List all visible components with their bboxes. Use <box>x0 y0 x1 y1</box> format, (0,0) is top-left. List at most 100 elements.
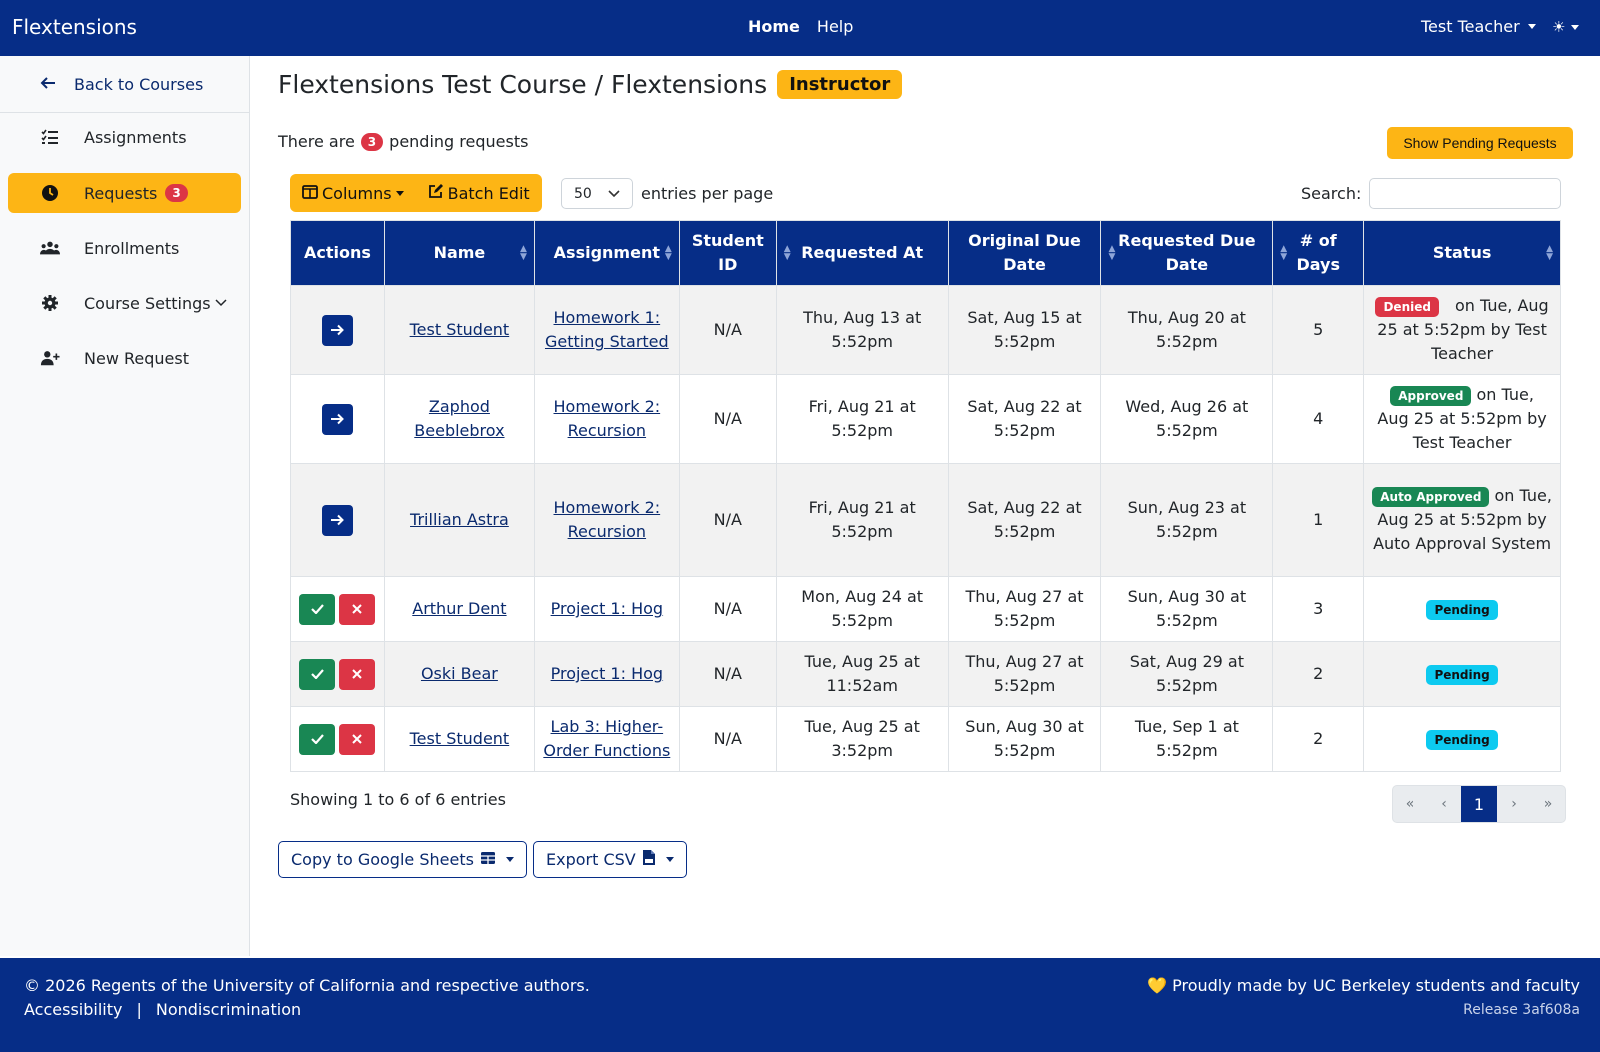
requested-due-cell: Sat, Aug 29 at 5:52pm <box>1100 641 1274 707</box>
assignment-link[interactable]: Homework 2: Recursion <box>554 498 661 541</box>
page-1-button[interactable]: 1 <box>1461 786 1497 822</box>
sidebar-item-new-request[interactable]: New Request <box>8 338 241 378</box>
assignment-link[interactable]: Homework 2: Recursion <box>554 397 661 440</box>
user-menu[interactable]: Test Teacher <box>1421 17 1536 36</box>
name-cell: Arthur Dent <box>383 576 535 642</box>
table-row: Oski Bear Project 1: Hog N/A Tue, Aug 25… <box>290 641 1561 707</box>
sort-icon: ▲ ▼ <box>664 244 672 262</box>
per-page-label: entries per page <box>641 184 774 203</box>
original-due-cell: Sat, Aug 15 at 5:52pm <box>947 285 1102 375</box>
last-page-button[interactable]: » <box>1531 786 1565 822</box>
sidebar-item-label: New Request <box>84 348 189 368</box>
requested-at-cell: Fri, Aug 21 at 5:52pm <box>775 374 949 464</box>
arrow-left-icon <box>40 75 56 94</box>
brand-logo[interactable]: Flextensions <box>12 15 137 39</box>
assignment-cell: Project 1: Hog <box>533 576 680 642</box>
uc-berkeley-link[interactable]: UC Berkeley students and faculty <box>1313 976 1580 995</box>
list-check-icon <box>40 129 60 145</box>
column-header-assignment[interactable]: Assignment ▲ ▼ <box>533 220 680 286</box>
student-id-cell: N/A <box>678 576 777 642</box>
pending-summary: There are 3 pending requests <box>278 132 528 151</box>
pagination: « ‹ 1 › » <box>1392 785 1566 823</box>
student-id-cell: N/A <box>678 463 777 577</box>
nav-home-link[interactable]: Home <box>748 17 800 36</box>
columns-label: Columns <box>322 183 392 203</box>
requested-at-cell: Fri, Aug 21 at 5:52pm <box>775 463 949 577</box>
batch-edit-button[interactable]: Batch Edit <box>428 183 530 203</box>
accessibility-link[interactable]: Accessibility <box>24 1000 122 1019</box>
view-request-button[interactable] <box>321 403 353 435</box>
approve-button[interactable] <box>299 658 336 690</box>
approve-button[interactable] <box>299 723 336 755</box>
deny-button[interactable] <box>339 723 376 755</box>
days-cell: 4 <box>1272 374 1365 464</box>
assignment-link[interactable]: Project 1: Hog <box>551 599 663 618</box>
column-header-status[interactable]: Status ▲ ▼ <box>1363 220 1561 286</box>
student-link[interactable]: Zaphod Beeblebrox <box>414 397 504 440</box>
prev-page-button[interactable]: ‹ <box>1427 786 1461 822</box>
deny-button[interactable] <box>339 658 376 690</box>
theme-toggle[interactable]: ☀ <box>1552 18 1580 36</box>
status-badge: Pending <box>1426 730 1498 750</box>
actions-cell <box>290 641 385 707</box>
assignment-cell: Homework 2: Recursion <box>533 374 680 464</box>
student-link[interactable]: Test Student <box>410 729 510 748</box>
approve-button[interactable] <box>299 593 336 625</box>
back-to-courses-link[interactable]: Back to Courses <box>0 56 249 113</box>
column-header-original-due[interactable]: Original Due Date <box>947 220 1102 286</box>
search-input[interactable] <box>1369 178 1561 209</box>
sidebar-item-course-settings[interactable]: Course Settings <box>8 283 241 323</box>
show-pending-requests-button[interactable]: Show Pending Requests <box>1387 127 1573 159</box>
export-csv-button[interactable]: Export CSV <box>533 841 687 878</box>
table-row: Arthur Dent Project 1: Hog N/A Mon, Aug … <box>290 576 1561 642</box>
original-due-cell: Sun, Aug 30 at 5:52pm <box>947 706 1102 772</box>
next-page-button[interactable]: › <box>1497 786 1531 822</box>
assignment-link[interactable]: Lab 3: Higher-Order Functions <box>543 717 670 760</box>
view-request-button[interactable] <box>321 314 353 346</box>
assignment-link[interactable]: Project 1: Hog <box>551 664 663 683</box>
days-cell: 2 <box>1272 706 1365 772</box>
column-header-requested-due[interactable]: ▲ ▼ Requested Due Date <box>1100 220 1274 286</box>
sidebar-item-enrollments[interactable]: Enrollments <box>8 228 241 268</box>
sort-icon: ▲ ▼ <box>1546 244 1553 262</box>
view-request-button[interactable] <box>321 504 353 536</box>
header-label: Assignment <box>553 243 660 262</box>
nondiscrimination-link[interactable]: Nondiscrimination <box>156 1000 301 1019</box>
original-due-cell: Sat, Aug 22 at 5:52pm <box>947 463 1102 577</box>
sidebar-item-requests[interactable]: Requests 3 <box>8 173 241 213</box>
columns-button[interactable]: Columns <box>302 184 404 203</box>
status-cell: Pending <box>1363 576 1561 642</box>
student-link[interactable]: Oski Bear <box>421 664 498 683</box>
name-cell: Trillian Astra <box>383 463 535 577</box>
chevron-down-icon <box>608 186 620 202</box>
column-header-requested-at[interactable]: ▲ ▼ Requested At <box>775 220 949 286</box>
requested-due-cell: Thu, Aug 20 at 5:52pm <box>1100 285 1274 375</box>
user-plus-icon <box>40 350 60 366</box>
nav-help-link[interactable]: Help <box>817 17 853 36</box>
batch-edit-label: Batch Edit <box>447 183 530 203</box>
deny-button[interactable] <box>339 593 376 625</box>
column-header-days[interactable]: ▲ ▼ # of Days <box>1272 220 1365 286</box>
assignment-link[interactable]: Homework 1: Getting Started <box>545 308 669 351</box>
copy-to-google-sheets-button[interactable]: Copy to Google Sheets <box>278 841 527 878</box>
requests-table: Actions Name ▲ ▼ Assignment ▲ ▼ Student ID ▲… <box>290 220 1561 772</box>
entries-per-page-select[interactable]: 50 <box>561 178 633 209</box>
pending-suffix: pending requests <box>389 132 529 151</box>
student-link[interactable]: Test Student <box>410 320 510 339</box>
column-header-student-id: Student ID <box>678 220 777 286</box>
sidebar-item-assignments[interactable]: Assignments <box>8 117 241 157</box>
student-link[interactable]: Trillian Astra <box>410 510 509 529</box>
assignment-cell: Lab 3: Higher-Order Functions <box>533 706 680 772</box>
status-badge: Pending <box>1426 665 1498 685</box>
student-link[interactable]: Arthur Dent <box>412 599 506 618</box>
edit-icon <box>428 183 444 203</box>
student-id-cell: N/A <box>678 374 777 464</box>
header-label: Status <box>1432 243 1492 262</box>
sidebar: Back to Courses Assignments Requests 3 E… <box>0 56 250 956</box>
release-link[interactable]: 3af608a <box>1522 1002 1580 1018</box>
assignment-cell: Homework 1: Getting Started <box>533 285 680 375</box>
release-label: Release <box>1463 1002 1518 1018</box>
column-header-name[interactable]: Name ▲ ▼ <box>383 220 535 286</box>
first-page-button[interactable]: « <box>1393 786 1427 822</box>
requested-at-cell: Tue, Aug 25 at 11:52am <box>775 641 949 707</box>
